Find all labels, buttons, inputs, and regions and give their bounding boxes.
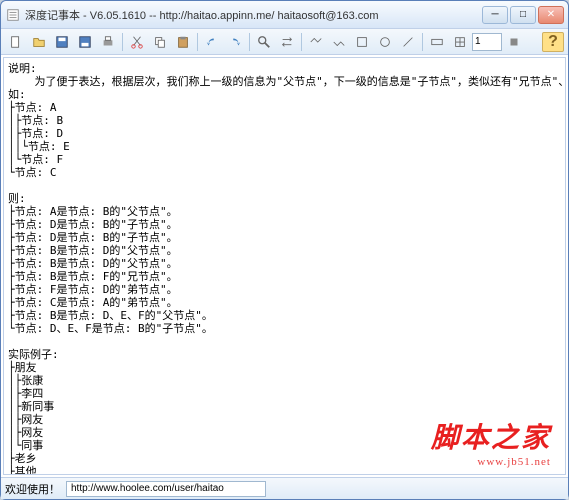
tool4-button[interactable] <box>374 32 396 52</box>
tool5-button[interactable] <box>397 32 419 52</box>
copy-button[interactable] <box>149 32 171 52</box>
maximize-button[interactable]: □ <box>510 6 536 24</box>
page-input[interactable] <box>472 33 502 51</box>
help-button[interactable]: ? <box>542 32 564 52</box>
separator <box>301 33 302 51</box>
window-buttons: ─ □ ✕ <box>482 6 564 24</box>
tool3-button[interactable] <box>351 32 373 52</box>
undo-button[interactable] <box>201 32 223 52</box>
minimize-button[interactable]: ─ <box>482 6 508 24</box>
close-button[interactable]: ✕ <box>538 6 564 24</box>
tool8-button[interactable] <box>503 32 525 52</box>
toolbar: ? <box>1 29 568 55</box>
tool7-button[interactable] <box>449 32 471 52</box>
save-button[interactable] <box>51 32 73 52</box>
open-button[interactable] <box>28 32 50 52</box>
tool2-button[interactable] <box>328 32 350 52</box>
redo-button[interactable] <box>224 32 246 52</box>
tool6-button[interactable] <box>426 32 448 52</box>
separator <box>197 33 198 51</box>
replace-button[interactable] <box>276 32 298 52</box>
titlebar: 深度记事本 - V6.05.1610 -- http://haitao.appi… <box>1 1 568 29</box>
status-welcome: 欢迎使用！ <box>5 481 60 497</box>
app-icon <box>5 7 21 23</box>
statusbar: 欢迎使用！ <box>1 477 568 499</box>
separator <box>249 33 250 51</box>
paste-button[interactable] <box>172 32 194 52</box>
separator <box>122 33 123 51</box>
app-window: 深度记事本 - V6.05.1610 -- http://haitao.appi… <box>0 0 569 500</box>
tool1-button[interactable] <box>305 32 327 52</box>
new-button[interactable] <box>5 32 27 52</box>
print-button[interactable] <box>97 32 119 52</box>
editor-content[interactable]: 说明: 为了便于表达，根据层次，我们称上一级的信息为"父节点"，下一级的信息是"… <box>3 57 566 475</box>
separator <box>422 33 423 51</box>
find-button[interactable] <box>253 32 275 52</box>
window-title: 深度记事本 - V6.05.1610 -- http://haitao.appi… <box>25 7 482 23</box>
status-url-input[interactable] <box>66 481 266 497</box>
cut-button[interactable] <box>126 32 148 52</box>
saveas-button[interactable] <box>74 32 96 52</box>
